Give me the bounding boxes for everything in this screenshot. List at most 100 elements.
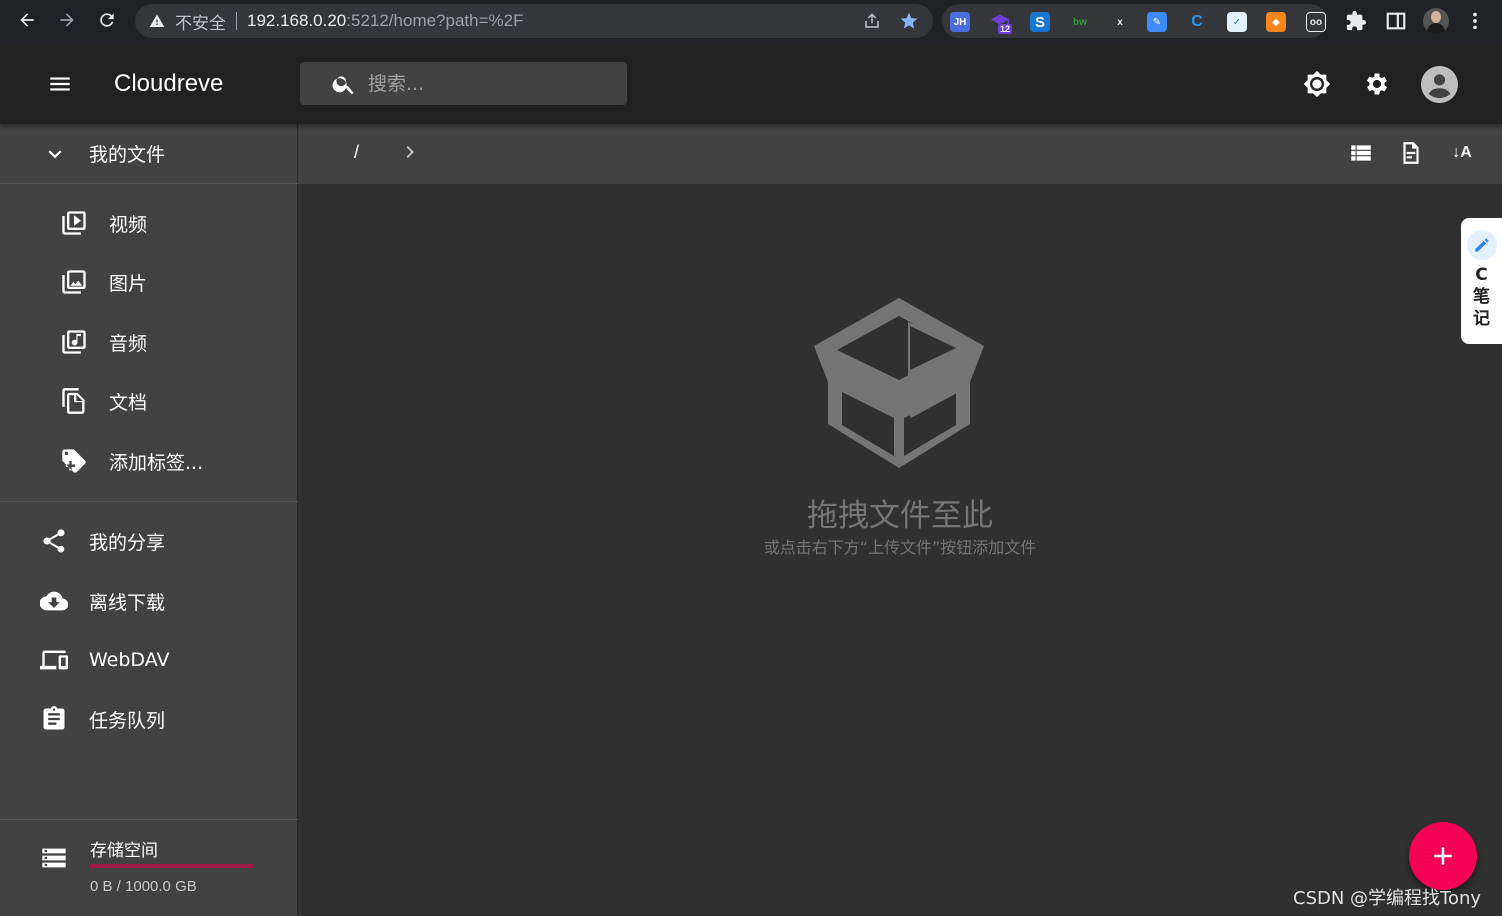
watermark-text: CSDN @学编程找Tony xyxy=(1293,888,1482,909)
clipboard-icon xyxy=(43,706,65,730)
side-panel-icon[interactable] xyxy=(1385,10,1407,32)
sidebar-item-label: 我的文件 xyxy=(89,144,166,166)
extension-c-icon[interactable]: C xyxy=(1187,12,1207,32)
insecure-label: 不安全 xyxy=(175,13,226,34)
file-drop-area[interactable]: 拖拽文件至此 或点击右下方“上传文件”按钮添加文件 xyxy=(298,184,1502,916)
extension-jh-icon[interactable]: JH xyxy=(950,12,970,32)
url-path: :5212/home?path=%2F xyxy=(346,11,524,30)
sidebar-item-label: 图片 xyxy=(109,272,148,295)
extension-glasses-icon[interactable]: oo xyxy=(1306,12,1326,32)
account-icon xyxy=(1421,66,1458,103)
extension-bw-icon[interactable]: bw xyxy=(1070,12,1090,32)
brightness-icon xyxy=(1303,70,1331,98)
back-button[interactable] xyxy=(7,0,47,40)
chevron-down-icon xyxy=(48,149,62,158)
reload-icon xyxy=(100,13,114,27)
empty-title: 拖拽文件至此 xyxy=(807,498,993,534)
extension-fox-icon[interactable]: ◆ xyxy=(1266,12,1286,32)
empty-box-icon xyxy=(814,298,984,468)
chevron-right-icon[interactable] xyxy=(398,140,422,164)
video-library-icon xyxy=(62,211,86,235)
navigation-drawer: 我的文件 视频 图片 音频 文档 添加标签... 我的分享 离线下载 WebDA… xyxy=(0,124,298,916)
sidebar-item-add-tag[interactable]: 添加标签... xyxy=(0,433,298,489)
extension-badge: 12 xyxy=(998,24,1013,34)
extension-graduation-icon[interactable]: 12 xyxy=(990,12,1013,34)
sort-label: ↓A xyxy=(1452,144,1472,161)
sidebar-item-offline-download[interactable]: 离线下载 xyxy=(0,573,298,629)
sort-button[interactable]: ↓A xyxy=(1447,138,1477,168)
sidebar-item-audio[interactable]: 音频 xyxy=(0,314,298,370)
sidebar-item-documents[interactable]: 文档 xyxy=(0,373,298,429)
app-bar: Cloudreve xyxy=(0,44,1502,124)
photo-library-icon xyxy=(62,270,86,294)
breadcrumb-root[interactable]: / xyxy=(354,142,359,163)
share-icon xyxy=(43,529,65,553)
search-icon xyxy=(332,75,354,94)
empty-subtitle: 或点击右下方“上传文件”按钮添加文件 xyxy=(763,538,1037,557)
url-text[interactable]: 192.168.0.20:5212/home?path=%2F xyxy=(247,11,523,31)
sidebar-item-label: 文档 xyxy=(109,391,148,414)
extension-check-icon[interactable]: ✓ xyxy=(1227,12,1247,32)
address-separator xyxy=(236,12,237,30)
forward-button[interactable] xyxy=(47,0,87,40)
file-copy-icon xyxy=(62,388,85,414)
view-list-button[interactable] xyxy=(1346,138,1376,168)
drawer-toggle-button[interactable] xyxy=(40,64,80,104)
sidebar-item-label: 添加标签... xyxy=(109,451,204,474)
storage-usage-text: 0 B / 1000.0 GB xyxy=(90,878,197,895)
theme-toggle-button[interactable] xyxy=(1297,64,1337,104)
browser-toolbar: 不安全 192.168.0.20:5212/home?path=%2F JH 1… xyxy=(0,0,1502,44)
storage-progress-bar xyxy=(90,864,253,868)
sidebar-item-my-files[interactable]: 我的文件 xyxy=(0,124,298,184)
list-view-icon xyxy=(1351,145,1371,161)
search-input[interactable] xyxy=(368,72,608,95)
sidebar-item-webdav[interactable]: WebDAV xyxy=(0,632,298,688)
plus-icon xyxy=(1434,847,1452,865)
menu-icon xyxy=(50,77,70,91)
arrow-right-icon xyxy=(60,13,74,27)
file-toolbar: / ↓A xyxy=(298,124,1502,184)
sidebar-item-my-shares[interactable]: 我的分享 xyxy=(0,513,298,569)
app-title[interactable]: Cloudreve xyxy=(114,70,223,98)
note-side-tab[interactable]: C笔记 xyxy=(1461,218,1502,344)
sidebar-item-label: 离线下载 xyxy=(89,591,166,614)
browser-profile-avatar[interactable] xyxy=(1423,8,1449,34)
sidebar-divider xyxy=(0,501,298,502)
browser-menu-icon[interactable] xyxy=(1464,10,1486,32)
arrow-left-icon xyxy=(20,13,34,27)
select-all-button[interactable] xyxy=(1396,138,1426,168)
url-host: 192.168.0.20 xyxy=(247,11,347,30)
music-library-icon xyxy=(62,330,86,354)
sidebar-item-label: 任务队列 xyxy=(89,709,166,732)
storage-label: 存储空间 xyxy=(90,841,158,861)
extension-x-icon[interactable]: x xyxy=(1110,12,1130,32)
cloud-download-icon xyxy=(40,591,68,611)
extension-pen-icon[interactable]: ✎ xyxy=(1147,12,1167,32)
sidebar-item-task-queue[interactable]: 任务队列 xyxy=(0,691,298,747)
tag-plus-icon xyxy=(62,449,86,473)
warning-icon xyxy=(149,14,165,27)
sidebar-item-label: 我的分享 xyxy=(89,531,166,554)
sidebar-item-label: 视频 xyxy=(109,213,148,236)
settings-button[interactable] xyxy=(1357,64,1397,104)
address-bar[interactable]: 不安全 192.168.0.20:5212/home?path=%2F xyxy=(135,4,933,38)
storage-icon xyxy=(42,848,66,868)
share-icon[interactable] xyxy=(863,12,881,30)
upload-fab-button[interactable] xyxy=(1409,822,1477,890)
search-box[interactable] xyxy=(300,62,627,105)
sidebar-item-image[interactable]: 图片 xyxy=(0,254,298,310)
extensions-puzzle-icon[interactable] xyxy=(1345,10,1367,32)
extensions-area: JH 12 S bw x ✎ C ✓ ◆ oo xyxy=(942,4,1327,38)
devices-icon xyxy=(40,650,68,670)
user-avatar[interactable] xyxy=(1421,66,1458,103)
reload-button[interactable] xyxy=(87,0,127,40)
storage-panel: 存储空间 0 B / 1000.0 GB xyxy=(0,820,298,916)
bookmark-star-icon[interactable] xyxy=(899,11,919,31)
extension-s-icon[interactable]: S xyxy=(1030,12,1050,32)
sidebar-item-label: 音频 xyxy=(109,332,148,355)
note-logo-icon xyxy=(1466,230,1497,260)
sidebar-item-label: WebDAV xyxy=(89,649,170,671)
document-select-icon xyxy=(1403,142,1419,164)
sidebar-item-video[interactable]: 视频 xyxy=(0,195,298,251)
gear-icon xyxy=(1366,73,1388,95)
